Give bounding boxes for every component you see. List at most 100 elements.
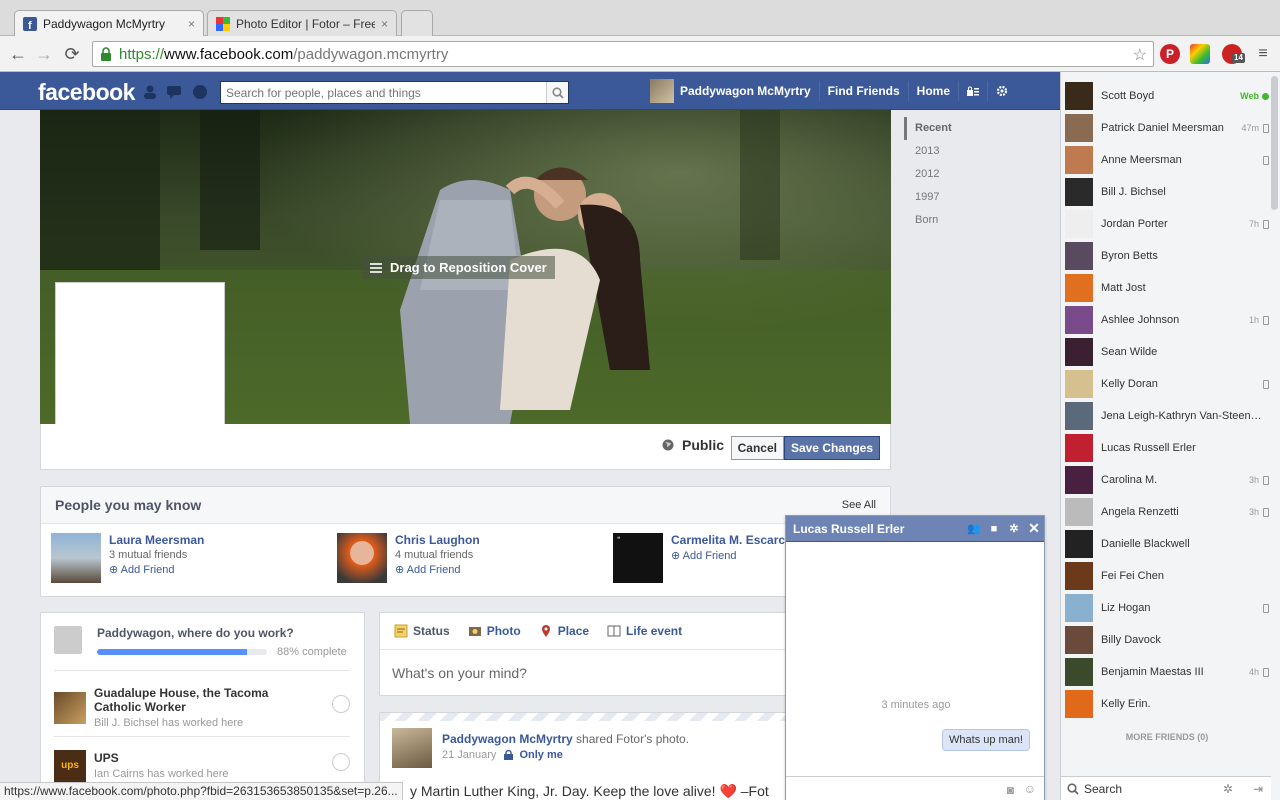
sidebar-friend[interactable]: Carolina M. 3h: [1065, 464, 1269, 496]
friend-name: Liz Hogan: [1101, 602, 1151, 614]
video-call-icon[interactable]: ■: [984, 523, 1004, 535]
camera-icon[interactable]: ◙: [1007, 783, 1014, 797]
home-link[interactable]: Home: [907, 81, 958, 101]
facebook-search-input[interactable]: [221, 82, 546, 103]
add-friend-label: Add Friend: [682, 550, 737, 562]
pymk-name[interactable]: Carmelita M. Escarce: [671, 533, 792, 547]
pinterest-extension-icon[interactable]: P: [1160, 44, 1180, 64]
timeline-recent[interactable]: Recent: [904, 117, 1054, 140]
work-radio[interactable]: [332, 753, 350, 771]
browser-tab-fotor[interactable]: Photo Editor | Fotor – Free ×: [207, 10, 397, 37]
timeline-2013[interactable]: 2013: [904, 140, 1054, 163]
pymk-mutual[interactable]: 4 mutual friends: [395, 549, 480, 561]
chat-contact-name[interactable]: Lucas Russell Erler: [793, 522, 964, 536]
tab-close-icon[interactable]: ×: [188, 17, 195, 31]
post-date[interactable]: 21 January: [442, 749, 496, 761]
close-icon[interactable]: ✕: [1024, 520, 1044, 537]
address-bar[interactable]: https://www.facebook.com/paddywagon.mcmy…: [92, 41, 1154, 67]
sidebar-friend[interactable]: Billy Davock: [1065, 624, 1269, 656]
more-friends-link[interactable]: MORE FRIENDS (0): [1065, 732, 1269, 742]
pymk-name[interactable]: Laura Meersman: [109, 533, 204, 547]
tab-close-icon[interactable]: ×: [381, 17, 388, 31]
post-author[interactable]: Paddywagon McMyrtry: [442, 732, 573, 746]
sidebar-friend[interactable]: Jena Leigh-Kathryn Van-Steenwyk: [1065, 400, 1269, 432]
sidebar-friend[interactable]: Liz Hogan: [1065, 592, 1269, 624]
sidebar-friend[interactable]: Byron Betts: [1065, 240, 1269, 272]
pymk-photo[interactable]: ❝: [613, 533, 663, 583]
drag-reposition-label[interactable]: Drag to Reposition Cover: [362, 256, 555, 279]
timeline-2012[interactable]: 2012: [904, 163, 1054, 186]
post-audience[interactable]: Only me: [519, 749, 562, 761]
pymk-mutual[interactable]: 3 mutual friends: [109, 549, 204, 561]
gear-icon[interactable]: ✲: [1223, 782, 1233, 796]
add-friend-button[interactable]: ⊕ Add Friend: [395, 563, 480, 576]
timeline-1997[interactable]: 1997: [904, 186, 1054, 209]
facebook-search[interactable]: [220, 81, 569, 104]
friend-name: Carolina M.: [1101, 474, 1158, 486]
sidebar-friend[interactable]: Matt Jost: [1065, 272, 1269, 304]
facebook-logo[interactable]: facebook: [38, 79, 135, 106]
cancel-button[interactable]: Cancel: [730, 436, 784, 460]
bookmark-star-icon[interactable]: ☆: [1133, 45, 1147, 65]
messages-icon[interactable]: [166, 85, 182, 99]
chat-input[interactable]: ◙ ☺: [786, 776, 1044, 800]
forward-icon[interactable]: →: [34, 44, 54, 64]
sidebar-friend[interactable]: Danielle Blackwell: [1065, 528, 1269, 560]
sidebar-friend[interactable]: Anne Meersman: [1065, 144, 1269, 176]
friend-requests-icon[interactable]: [142, 85, 158, 99]
work-radio[interactable]: [332, 695, 350, 713]
add-friends-to-chat-icon[interactable]: 👥: [964, 522, 984, 535]
sidebar-friend[interactable]: Sean Wilde: [1065, 336, 1269, 368]
sidebar-friend[interactable]: Patrick Daniel Meersman 47m: [1065, 112, 1269, 144]
fotor-extension-icon[interactable]: [1190, 44, 1210, 64]
add-friend-button[interactable]: ⊕ Add Friend: [109, 563, 204, 576]
work-suggestion[interactable]: Guadalupe House, the Tacoma Catholic Wor…: [54, 670, 350, 736]
gear-icon[interactable]: ✲: [1004, 522, 1024, 535]
sidebar-friend[interactable]: Kelly Erin.: [1065, 688, 1269, 720]
sidebar-friend[interactable]: Lucas Russell Erler: [1065, 432, 1269, 464]
privacy-shortcuts-icon[interactable]: [958, 81, 987, 101]
back-icon[interactable]: ←: [8, 44, 28, 64]
menu-icon[interactable]: ≡: [1253, 44, 1273, 64]
avatar: [1065, 402, 1093, 430]
pymk-photo[interactable]: [51, 533, 101, 583]
sidebar-friend[interactable]: Kelly Doran: [1065, 368, 1269, 400]
composer-tab-place[interactable]: Place: [539, 624, 589, 638]
sidebar-friend[interactable]: Angela Renzetti 3h: [1065, 496, 1269, 528]
save-changes-button[interactable]: Save Changes: [783, 436, 880, 460]
extension-icon[interactable]: 14: [1222, 44, 1245, 64]
sidebar-friend[interactable]: Scott Boyd Web: [1065, 80, 1269, 112]
sidebar-friend[interactable]: Benjamin Maestas III 4h: [1065, 656, 1269, 688]
search-button[interactable]: [546, 82, 568, 103]
privacy-selector[interactable]: Public: [662, 437, 724, 453]
sidebar-friend[interactable]: Bill J. Bichsel: [1065, 176, 1269, 208]
sidebar-friend[interactable]: Ashlee Johnson 1h: [1065, 304, 1269, 336]
profile-link[interactable]: Paddywagon McMyrtry: [642, 79, 819, 103]
sidebar-friend[interactable]: Jordan Porter 7h: [1065, 208, 1269, 240]
new-tab-button[interactable]: [401, 10, 433, 37]
sidebar-search[interactable]: Search ✲ ⇥: [1061, 776, 1271, 800]
sidebar-scrollbar[interactable]: [1271, 76, 1278, 210]
composer-tab-status[interactable]: Status: [394, 624, 450, 638]
pymk-photo[interactable]: [337, 533, 387, 583]
settings-gear-icon[interactable]: [987, 81, 1016, 101]
see-all-link[interactable]: See All: [842, 499, 876, 511]
popout-icon[interactable]: ⇥: [1253, 782, 1263, 796]
work-suggestion[interactable]: ups UPS Ian Cairns has worked here: [54, 736, 350, 786]
profile-picture[interactable]: [55, 282, 225, 424]
pymk-name[interactable]: Chris Laughon: [395, 533, 480, 547]
composer-tab-photo[interactable]: Photo: [468, 624, 521, 638]
timeline-born[interactable]: Born: [904, 209, 1054, 232]
avatar[interactable]: [392, 728, 432, 768]
add-friend-button[interactable]: ⊕ Add Friend: [671, 549, 792, 562]
notifications-globe-icon[interactable]: [192, 85, 208, 99]
emoticon-icon[interactable]: ☺: [1024, 782, 1036, 796]
browser-tab-facebook[interactable]: f Paddywagon McMyrtry ×: [14, 10, 204, 37]
sidebar-friend[interactable]: Fei Fei Chen: [1065, 560, 1269, 592]
find-friends-link[interactable]: Find Friends: [818, 81, 908, 101]
status-input[interactable]: What's on your mind?: [380, 650, 798, 696]
globe-icon: [662, 439, 674, 451]
book-icon: [607, 625, 621, 637]
composer-tab-life-event[interactable]: Life event: [607, 624, 682, 638]
reload-icon[interactable]: ⟳: [62, 44, 82, 64]
